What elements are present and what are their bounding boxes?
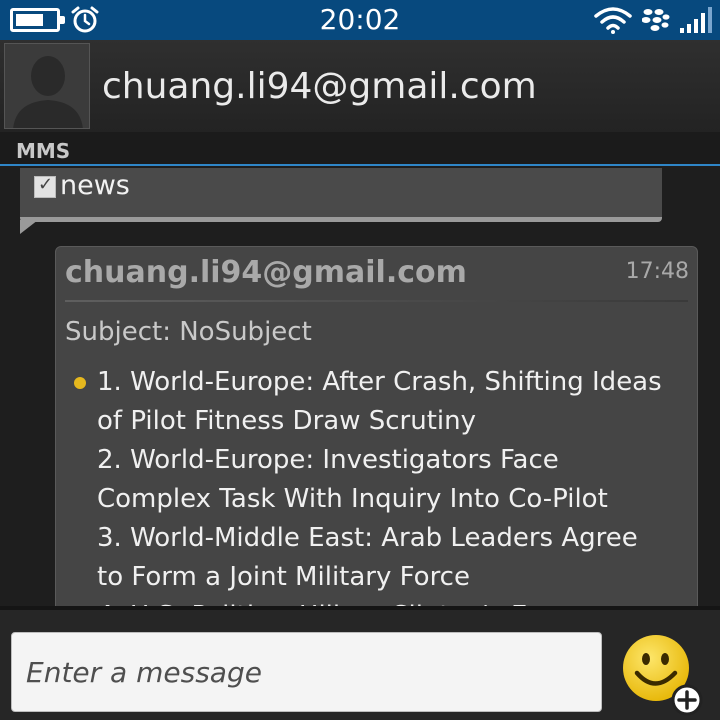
avatar[interactable] [4,43,90,129]
received-message-bubble[interactable]: chuang.li94@gmail.com 17:48 Subject: NoS… [55,246,698,626]
checkbox-icon [34,174,56,198]
message-type-label: MMS [16,139,71,163]
default-person-icon [5,44,89,128]
contact-name: chuang.li94@gmail.com [102,66,537,107]
divider [65,300,688,302]
blackberry-logo-icon [642,9,670,31]
emoji-add-icon[interactable] [620,632,706,718]
compose-bar [0,606,720,720]
message-subject: Subject: NoSubject [65,317,312,347]
message-line: 2. World-Europe: Investigators Face [97,445,559,475]
message-line: 1. World-Europe: After Crash, Shifting I… [97,367,662,397]
unread-dot-icon [74,377,86,389]
message-line: of Pilot Fitness Draw Scrutiny [97,406,476,436]
screen: 20:02 chuang.li94@gmail.com MMS ✓ news c… [0,0,720,720]
message-sender: chuang.li94@gmail.com [65,255,467,290]
conversation-header: chuang.li94@gmail.com [0,40,720,132]
message-timestamp: 17:48 [625,259,689,284]
signal-strength-icon [680,7,712,33]
message-input[interactable] [11,632,602,712]
message-type-bar: MMS [0,132,720,166]
message-line: 3. World-Middle East: Arab Leaders Agree [97,523,638,553]
message-line: Complex Task With Inquiry Into Co-Pilot [97,484,608,514]
sent-message-text: news [60,170,130,201]
message-body: 1. World-Europe: After Crash, Shifting I… [97,363,697,625]
sent-message-bubble[interactable]: news [20,168,662,222]
bubble-tail [20,220,38,234]
message-line: to Form a Joint Military Force [97,562,470,592]
status-bar: 20:02 [0,0,720,40]
wifi-icon [594,7,632,34]
